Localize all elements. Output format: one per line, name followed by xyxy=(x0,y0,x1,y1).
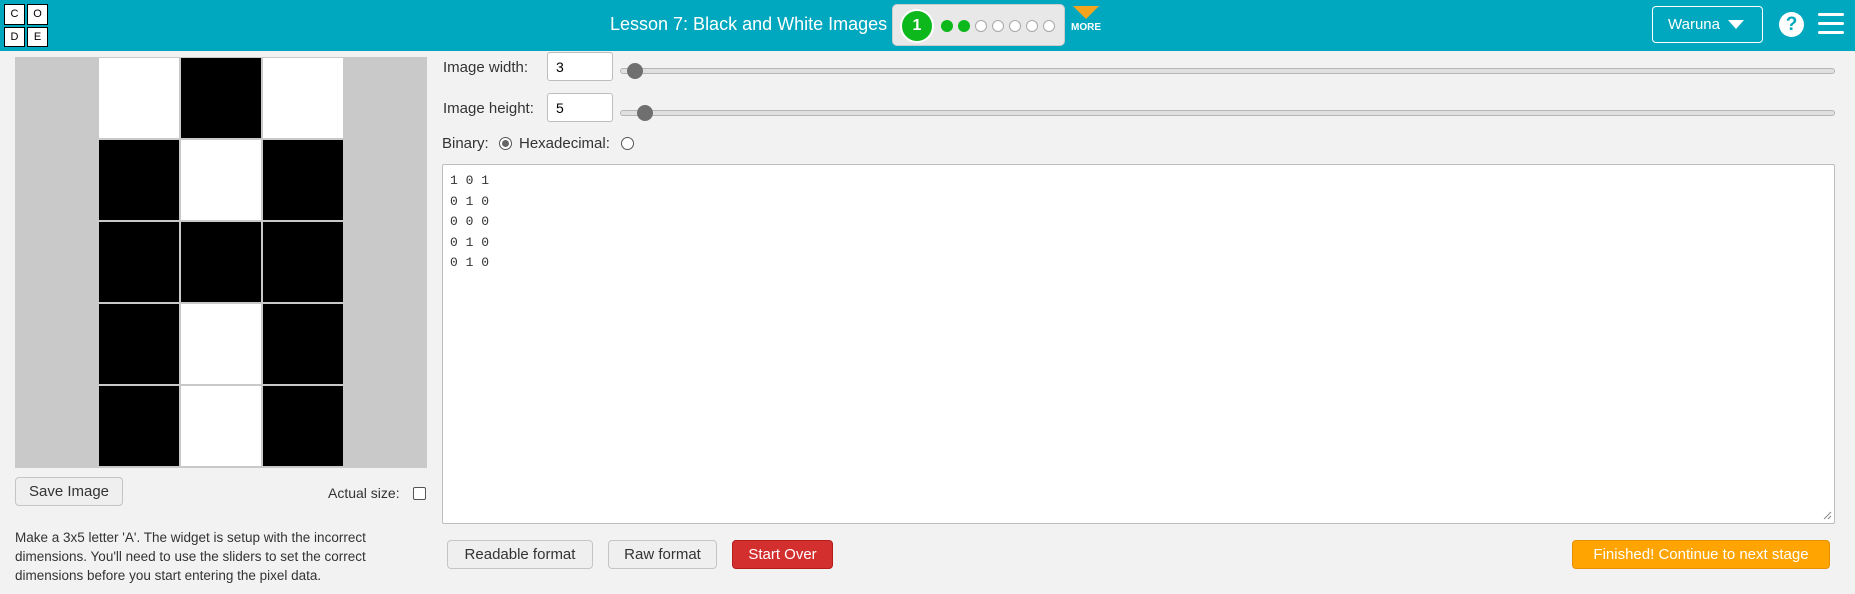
instructions-text: Make a 3x5 letter 'A'. The widget is set… xyxy=(15,530,366,583)
raw-format-button[interactable]: Raw format xyxy=(608,540,717,569)
more-label: MORE xyxy=(1071,22,1101,33)
start-over-button[interactable]: Start Over xyxy=(732,540,833,569)
readable-format-button[interactable]: Readable format xyxy=(447,540,593,569)
user-menu-button[interactable]: Waruna xyxy=(1652,6,1763,43)
pixel-cell[interactable] xyxy=(263,386,343,466)
logo-letter: E xyxy=(27,26,48,47)
pixel-cell[interactable] xyxy=(99,58,179,138)
pixel-cell[interactable] xyxy=(99,304,179,384)
level-dot[interactable] xyxy=(1026,20,1038,32)
pixel-cell[interactable] xyxy=(99,140,179,220)
logo-letter: D xyxy=(4,26,25,47)
hexadecimal-label: Hexadecimal: xyxy=(519,135,610,152)
image-width-input[interactable] xyxy=(547,52,613,81)
level-dot[interactable] xyxy=(1009,20,1021,32)
image-height-input[interactable] xyxy=(547,93,613,122)
pixel-cell[interactable] xyxy=(181,58,261,138)
logo-letter: C xyxy=(4,4,25,25)
pixel-cell[interactable] xyxy=(99,222,179,302)
actual-size-label: Actual size: xyxy=(328,485,400,501)
actual-size-checkbox[interactable] xyxy=(413,487,426,500)
hamburger-menu-icon[interactable] xyxy=(1818,13,1844,35)
level-dot[interactable] xyxy=(1043,20,1055,32)
hexadecimal-radio[interactable] xyxy=(621,137,634,150)
resize-handle-icon[interactable] xyxy=(1822,510,1832,520)
lesson-title[interactable]: Lesson 7: Black and White Images xyxy=(610,14,887,35)
top-header: C O D E Lesson 7: Black and White Images… xyxy=(0,0,1855,51)
image-height-slider-thumb[interactable] xyxy=(637,105,653,121)
save-image-button[interactable]: Save Image xyxy=(15,477,123,506)
level-progress: 1 xyxy=(892,4,1065,46)
level-dot[interactable] xyxy=(941,20,953,32)
pixel-cell[interactable] xyxy=(181,304,261,384)
pixel-canvas xyxy=(15,57,427,468)
level-dot[interactable] xyxy=(975,20,987,32)
image-height-slider[interactable] xyxy=(620,110,1835,116)
level-dot[interactable] xyxy=(958,20,970,32)
pixel-cell[interactable] xyxy=(263,222,343,302)
binary-radio[interactable] xyxy=(499,137,512,150)
pixel-data-textarea[interactable]: 1 0 1 0 1 0 0 0 0 0 1 0 0 1 0 xyxy=(442,164,1835,524)
pixel-cell[interactable] xyxy=(181,386,261,466)
level-dot[interactable] xyxy=(992,20,1004,32)
pixel-cell[interactable] xyxy=(263,58,343,138)
pixel-cell[interactable] xyxy=(181,222,261,302)
current-level-bubble[interactable]: 1 xyxy=(900,9,934,43)
binary-label: Binary: xyxy=(442,135,489,152)
caret-down-icon xyxy=(1727,20,1744,29)
more-arrow-icon xyxy=(1073,6,1099,19)
image-width-slider-thumb[interactable] xyxy=(627,63,643,79)
pixel-cell[interactable] xyxy=(263,140,343,220)
user-name: Waruna xyxy=(1668,16,1720,33)
image-width-slider[interactable] xyxy=(620,68,1835,74)
pixel-cell[interactable] xyxy=(99,386,179,466)
pixel-cell[interactable] xyxy=(181,140,261,220)
image-width-label: Image width: xyxy=(443,59,529,76)
help-icon[interactable]: ? xyxy=(1779,12,1804,37)
more-levels-button[interactable]: MORE xyxy=(1070,6,1102,33)
finish-continue-button[interactable]: Finished! Continue to next stage xyxy=(1572,540,1830,569)
code-org-logo[interactable]: C O D E xyxy=(4,4,48,47)
pixel-cell[interactable] xyxy=(263,304,343,384)
logo-letter: O xyxy=(27,4,48,25)
image-height-label: Image height: xyxy=(443,100,534,117)
